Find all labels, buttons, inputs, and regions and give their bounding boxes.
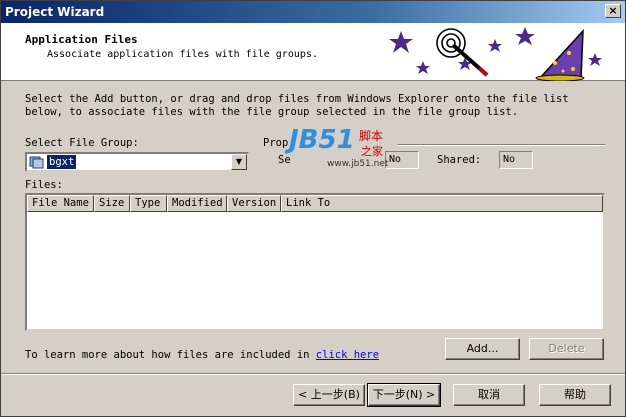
watermark-cn: 脚本 xyxy=(359,129,384,143)
properties-divider xyxy=(397,144,605,146)
next-button[interactable]: 下一步(N) > xyxy=(367,383,441,407)
shared-value: No xyxy=(499,151,533,169)
file-group-value: bgxt xyxy=(47,155,77,169)
wizard-header: Application Files Associate application … xyxy=(1,23,625,81)
star-icon xyxy=(488,39,502,52)
file-group-icon xyxy=(29,156,44,169)
help-button[interactable]: 帮助 xyxy=(539,384,611,406)
add-button[interactable]: Add... xyxy=(445,338,520,360)
column-size[interactable]: Size xyxy=(94,195,130,212)
click-here-link[interactable]: click here xyxy=(316,349,379,361)
properties-group-label: Prop xyxy=(263,137,289,149)
shared-label: Shared: xyxy=(437,154,482,166)
page-title: Application Files xyxy=(25,33,138,46)
title-bar: Project Wizard × xyxy=(1,1,625,23)
help-text: To learn more about how files are includ… xyxy=(25,349,379,361)
file-list[interactable]: File Name Size Type Modified Version Lin… xyxy=(25,193,605,331)
files-label: Files: xyxy=(25,179,63,191)
footer-divider xyxy=(1,373,625,375)
back-button[interactable]: < 上一步(B) xyxy=(293,384,365,406)
watermark: JB51 脚本 之家 www.jb51.net xyxy=(289,125,399,175)
page-subtitle: Associate application files with file gr… xyxy=(47,49,318,60)
column-version[interactable]: Version xyxy=(227,195,281,212)
wizard-hat-icon xyxy=(535,28,585,81)
wizard-art-icon xyxy=(389,27,602,81)
column-type[interactable]: Type xyxy=(130,195,167,212)
file-group-label: Select File Group: xyxy=(25,137,139,149)
file-group-select[interactable]: bgxt ▼ xyxy=(25,152,249,172)
star-icon xyxy=(515,27,535,45)
instructions-text: Select the Add button, or drag and drop … xyxy=(25,93,569,118)
column-modified[interactable]: Modified xyxy=(167,195,227,212)
file-list-header: File Name Size Type Modified Version Lin… xyxy=(27,195,603,212)
watermark-brand: JB51 xyxy=(289,125,355,155)
project-wizard-window: Project Wizard × Application Files Assoc… xyxy=(0,0,626,417)
column-link-to[interactable]: Link To xyxy=(281,195,603,212)
chevron-down-icon[interactable]: ▼ xyxy=(231,154,247,170)
delete-button[interactable]: Delete xyxy=(529,338,604,360)
close-button[interactable]: × xyxy=(605,4,621,18)
watermark-cn2: 之家 xyxy=(361,145,383,158)
window-title: Project Wizard xyxy=(5,5,105,19)
watermark-url: www.jb51.net xyxy=(327,159,389,169)
star-icon xyxy=(389,31,413,53)
star-icon xyxy=(588,53,602,66)
star-icon xyxy=(416,61,430,74)
help-text-body: To learn more about how files are includ… xyxy=(25,349,316,361)
cancel-button[interactable]: 取消 xyxy=(453,384,525,406)
column-file-name[interactable]: File Name xyxy=(27,195,94,212)
